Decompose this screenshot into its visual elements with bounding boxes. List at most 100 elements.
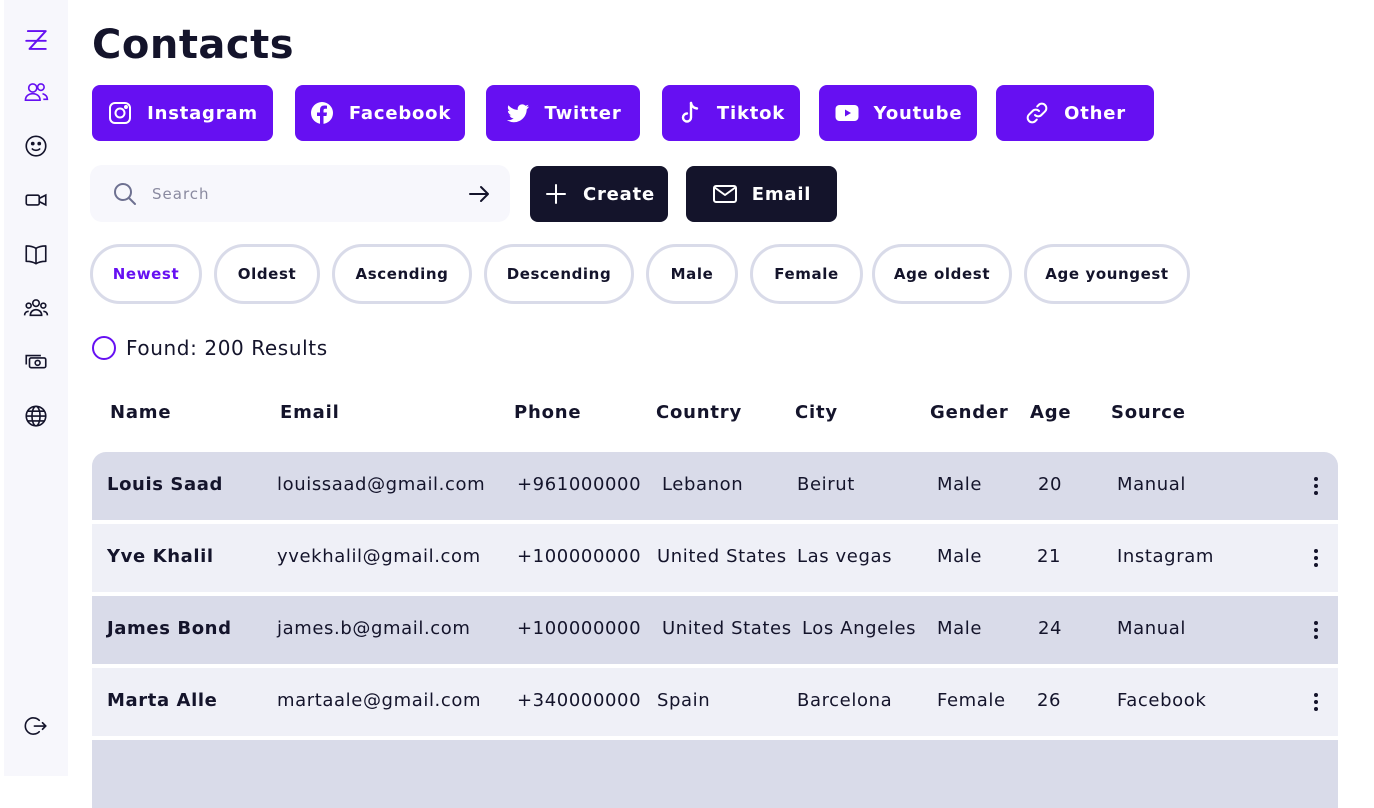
filter-descending[interactable]: Descending <box>484 244 634 304</box>
column-header-email[interactable]: Email <box>280 402 340 423</box>
logout-icon[interactable] <box>20 710 52 742</box>
cell-phone: +100000000 <box>517 618 642 639</box>
contacts-icon[interactable] <box>20 76 52 108</box>
column-header-name[interactable]: Name <box>110 402 171 423</box>
other-label: Other <box>1064 102 1126 124</box>
cell-country: Spain <box>657 690 711 711</box>
column-header-phone[interactable]: Phone <box>514 402 581 423</box>
email-button[interactable]: Email <box>686 166 837 222</box>
results-count-label: Found: 200 Results <box>126 336 328 360</box>
filter-male[interactable]: Male <box>646 244 738 304</box>
tiktok-label: Tiktok <box>716 102 786 124</box>
cell-gender: Male <box>937 618 983 639</box>
youtube-button[interactable]: Youtube <box>819 85 977 141</box>
results-count: Found: 200 Results <box>92 336 328 360</box>
cell-phone: +100000000 <box>517 546 642 567</box>
cell-age: 21 <box>1037 546 1062 567</box>
cell-country: Lebanon <box>662 474 744 495</box>
youtube-label: Youtube <box>873 102 963 124</box>
cell-gender: Female <box>937 690 1006 711</box>
cell-email: james.b@gmail.com <box>277 618 471 639</box>
cell-name: Yve Khalil <box>107 546 214 567</box>
facebook-icon <box>310 102 333 124</box>
instagram-icon <box>109 102 132 124</box>
cell-name: Louis Saad <box>107 474 223 495</box>
cell-source: Manual <box>1117 474 1187 495</box>
video-icon[interactable] <box>20 184 52 216</box>
table-row[interactable]: James Bond james.b@gmail.com +100000000 … <box>92 596 1338 664</box>
create-label: Create <box>582 183 656 205</box>
cell-email: louissaad@gmail.com <box>277 474 486 495</box>
page-title: Contacts <box>92 22 295 68</box>
table-row[interactable]: Yve Khalil yvekhalil@gmail.com +10000000… <box>92 524 1338 592</box>
other-button[interactable]: Other <box>996 85 1154 141</box>
column-header-country[interactable]: Country <box>656 402 742 423</box>
table-row-partial[interactable] <box>92 740 1338 808</box>
cell-source: Instagram <box>1117 546 1214 567</box>
twitter-icon <box>506 104 529 123</box>
filter-ascending[interactable]: Ascending <box>332 244 472 304</box>
cell-email: yvekhalil@gmail.com <box>277 546 481 567</box>
table-row[interactable]: Louis Saad louissaad@gmail.com +96100000… <box>92 452 1338 520</box>
main-content: Contacts Instagram Facebook Twitter Tikt… <box>90 0 1374 808</box>
cell-source: Facebook <box>1117 690 1207 711</box>
create-button[interactable]: Create <box>530 166 668 222</box>
cell-phone: +961000000 <box>517 474 642 495</box>
email-label: Email <box>751 183 812 205</box>
facebook-label: Facebook <box>348 102 452 124</box>
filter-newest[interactable]: Newest <box>90 244 202 304</box>
column-header-age[interactable]: Age <box>1030 402 1071 423</box>
search-input[interactable] <box>152 180 452 208</box>
arrow-right-icon[interactable] <box>466 181 492 207</box>
book-icon[interactable] <box>20 238 52 270</box>
search-box <box>90 165 510 222</box>
twitter-button[interactable]: Twitter <box>486 85 640 141</box>
cell-country: United States <box>657 546 787 567</box>
twitter-label: Twitter <box>544 102 622 124</box>
cell-city: Los Angeles <box>802 618 917 639</box>
tiktok-button[interactable]: Tiktok <box>662 85 800 141</box>
link-icon <box>1026 102 1048 124</box>
column-header-city[interactable]: City <box>795 402 838 423</box>
smiley-icon[interactable] <box>20 130 52 162</box>
instagram-label: Instagram <box>147 102 258 124</box>
cell-email: martaale@gmail.com <box>277 690 482 711</box>
cell-city: Beirut <box>797 474 855 495</box>
cell-gender: Male <box>937 546 983 567</box>
group-icon[interactable] <box>20 292 52 324</box>
more-options-icon[interactable] <box>1306 546 1326 570</box>
cell-age: 26 <box>1037 690 1062 711</box>
cell-gender: Male <box>937 474 983 495</box>
instagram-button[interactable]: Instagram <box>92 85 273 141</box>
cell-city: Barcelona <box>797 690 893 711</box>
tiktok-icon <box>681 101 699 123</box>
plus-icon <box>545 184 566 204</box>
cell-age: 24 <box>1038 618 1063 639</box>
filter-female[interactable]: Female <box>750 244 863 304</box>
facebook-button[interactable]: Facebook <box>295 85 465 141</box>
cell-name: James Bond <box>107 618 232 639</box>
filter-oldest[interactable]: Oldest <box>214 244 320 304</box>
cell-city: Las vegas <box>797 546 893 567</box>
cell-source: Manual <box>1117 618 1187 639</box>
column-header-source[interactable]: Source <box>1111 402 1186 423</box>
filter-age-oldest[interactable]: Age oldest <box>872 244 1012 304</box>
more-options-icon[interactable] <box>1306 474 1326 498</box>
cell-age: 20 <box>1038 474 1063 495</box>
cell-phone: +340000000 <box>517 690 642 711</box>
mail-icon <box>712 185 737 203</box>
more-options-icon[interactable] <box>1306 690 1326 714</box>
youtube-icon <box>835 105 859 121</box>
sidebar <box>4 0 68 776</box>
table-row[interactable]: Marta Alle martaale@gmail.com +340000000… <box>92 668 1338 736</box>
cell-name: Marta Alle <box>107 690 218 711</box>
globe-icon[interactable] <box>20 400 52 432</box>
cell-country: United States <box>662 618 792 639</box>
filter-age-youngest[interactable]: Age youngest <box>1024 244 1190 304</box>
select-all-radio[interactable] <box>92 336 116 360</box>
search-icon <box>114 183 136 205</box>
more-options-icon[interactable] <box>1306 618 1326 642</box>
column-header-gender[interactable]: Gender <box>930 402 1009 423</box>
logo-icon[interactable] <box>20 24 52 56</box>
money-icon[interactable] <box>20 346 52 378</box>
